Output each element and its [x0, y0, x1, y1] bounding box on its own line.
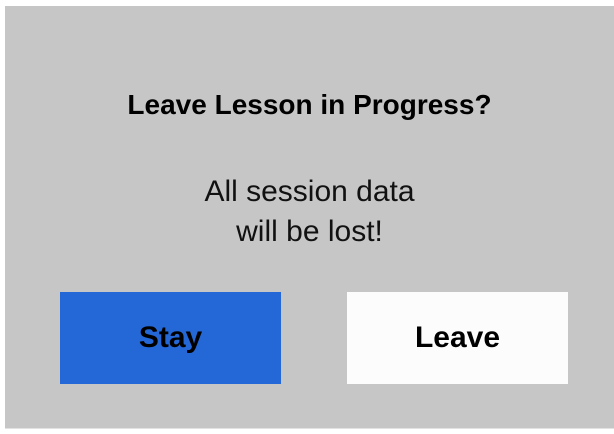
- dialog-title: Leave Lesson in Progress?: [127, 89, 492, 120]
- stay-button[interactable]: Stay: [60, 292, 281, 384]
- leave-lesson-dialog: Leave Lesson in Progress? All session da…: [5, 6, 614, 429]
- leave-button[interactable]: Leave: [347, 292, 568, 384]
- dialog-message-line-2: will be lost!: [236, 215, 383, 248]
- dialog-message-line-1: All session data: [204, 175, 415, 208]
- dialog-message: All session data will be lost!: [5, 172, 614, 252]
